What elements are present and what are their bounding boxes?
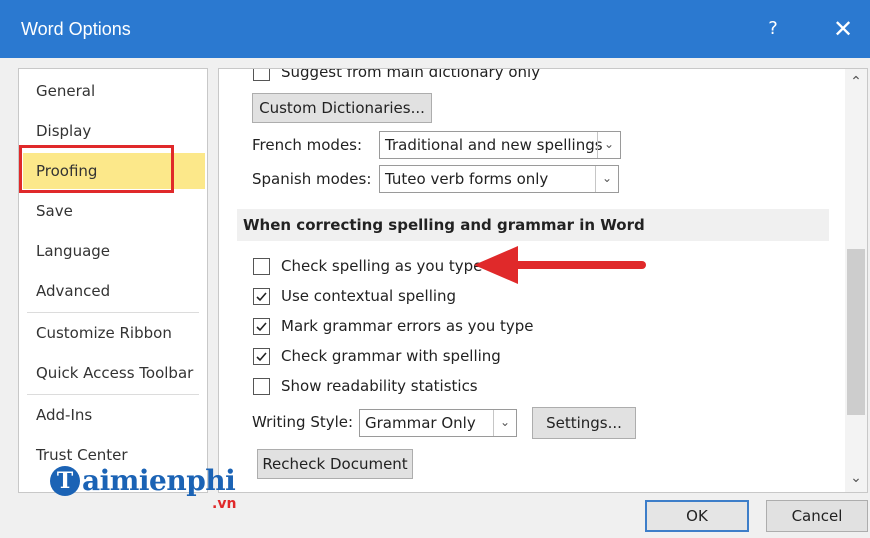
nav-item-quick-access-toolbar[interactable]: Quick Access Toolbar xyxy=(19,355,207,391)
spanish-modes-label: Spanish modes: xyxy=(252,170,372,188)
french-modes-label: French modes: xyxy=(252,136,363,154)
nav-item-proofing[interactable]: Proofing xyxy=(23,153,205,189)
settings-button[interactable]: Settings... xyxy=(532,407,636,439)
nav-item-advanced[interactable]: Advanced xyxy=(19,273,207,309)
custom-dictionaries-button[interactable]: Custom Dictionaries... xyxy=(252,93,432,123)
checkmark-icon xyxy=(256,322,267,332)
section-header-correcting: When correcting spelling and grammar in … xyxy=(237,209,829,241)
writing-style-label: Writing Style: xyxy=(252,413,354,431)
chevron-up-icon[interactable]: ⌃ xyxy=(845,71,867,93)
spanish-modes-select[interactable]: Tuteo verb forms only ⌄ xyxy=(379,165,619,193)
options-nav: General Display Proofing Save Language A… xyxy=(18,68,208,493)
content-scrollbar[interactable]: ⌃ ⌄ xyxy=(845,69,867,492)
writing-style-value: Grammar Only xyxy=(365,414,476,432)
nav-item-language[interactable]: Language xyxy=(19,233,207,269)
logo-initial: T xyxy=(50,466,80,496)
mark-grammar-checkbox[interactable] xyxy=(253,318,270,335)
nav-item-display[interactable]: Display xyxy=(19,113,207,149)
check-spelling-checkbox[interactable] xyxy=(253,258,270,275)
chevron-down-icon[interactable]: ⌄ xyxy=(845,467,867,489)
logo-suffix: .vn xyxy=(212,496,237,512)
checkmark-icon xyxy=(256,292,267,302)
scrollbar-thumb[interactable] xyxy=(847,249,865,415)
check-spelling-label: Check spelling as you type xyxy=(281,257,483,275)
nav-separator xyxy=(27,394,199,395)
checkmark-icon xyxy=(256,352,267,362)
chevron-down-icon: ⌄ xyxy=(493,410,516,436)
window-title: Word Options xyxy=(21,19,131,39)
logo-brand: aimienphi xyxy=(82,464,236,497)
readability-checkbox[interactable] xyxy=(253,378,270,395)
writing-style-select[interactable]: Grammar Only ⌄ xyxy=(359,409,517,437)
cancel-button[interactable]: Cancel xyxy=(766,500,868,532)
nav-separator xyxy=(27,312,199,313)
spanish-modes-value: Tuteo verb forms only xyxy=(385,170,549,188)
chevron-down-icon: ⌄ xyxy=(595,166,618,192)
taimienphi-watermark-logo: T aimienphi .vn xyxy=(50,464,250,516)
ok-button[interactable]: OK xyxy=(645,500,749,532)
nav-item-customize-ribbon[interactable]: Customize Ribbon xyxy=(19,315,207,351)
french-modes-value: Traditional and new spellings xyxy=(385,136,603,154)
title-bar: Word Options ? ✕ xyxy=(0,0,870,58)
mark-grammar-label: Mark grammar errors as you type xyxy=(281,317,534,335)
section-title: When correcting spelling and grammar in … xyxy=(243,216,645,234)
french-modes-select[interactable]: Traditional and new spellings ⌄ xyxy=(379,131,621,159)
readability-label: Show readability statistics xyxy=(281,377,478,395)
nav-item-save[interactable]: Save xyxy=(19,193,207,229)
nav-item-add-ins[interactable]: Add-Ins xyxy=(19,397,207,433)
contextual-spelling-label: Use contextual spelling xyxy=(281,287,457,305)
contextual-spelling-checkbox[interactable] xyxy=(253,288,270,305)
check-grammar-checkbox[interactable] xyxy=(253,348,270,365)
recheck-document-button[interactable]: Recheck Document xyxy=(257,449,413,479)
close-button[interactable]: ✕ xyxy=(820,12,866,46)
suggest-main-dictionary-label: Suggest from main dictionary only xyxy=(281,68,541,81)
red-arrow-annotation xyxy=(474,246,646,284)
chevron-down-icon: ⌄ xyxy=(597,132,620,158)
check-grammar-label: Check grammar with spelling xyxy=(281,347,501,365)
nav-item-general[interactable]: General xyxy=(19,73,207,109)
help-button[interactable]: ? xyxy=(750,12,796,46)
suggest-main-dictionary-checkbox[interactable] xyxy=(253,69,270,81)
word-options-dialog: Word Options ? ✕ General Display Proofin… xyxy=(0,0,870,538)
